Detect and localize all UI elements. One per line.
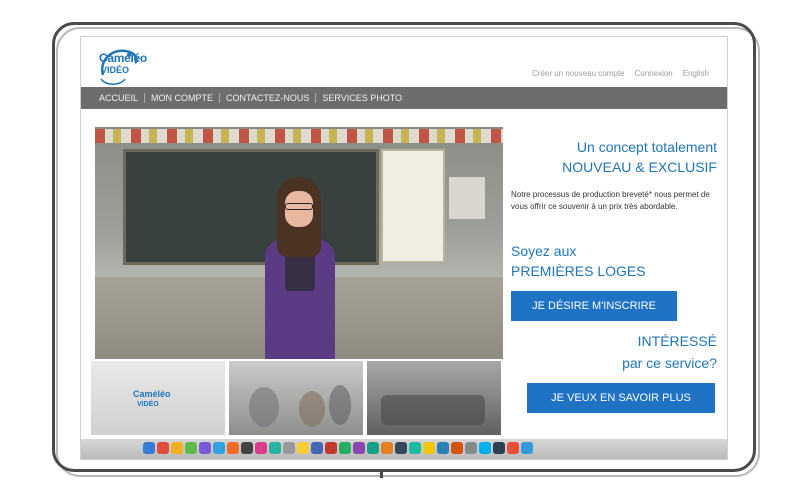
dock-app-icon[interactable] xyxy=(437,442,449,454)
dock-app-icon[interactable] xyxy=(339,442,351,454)
thumbnail-figure xyxy=(299,391,325,427)
wall-poster xyxy=(449,177,485,219)
nav-item-contact[interactable]: CONTACTEZ-NOUS xyxy=(220,93,315,103)
dock-app-icon[interactable] xyxy=(157,442,169,454)
hero-video-image[interactable] xyxy=(95,127,503,359)
dock-app-icon[interactable] xyxy=(423,442,435,454)
promo-body-text: Notre processus de production breveté* n… xyxy=(511,190,710,211)
thumbnail-logo-text-line1: Caméléo xyxy=(133,389,171,399)
login-link[interactable]: Connexion xyxy=(635,69,673,78)
dock-app-icon[interactable] xyxy=(479,442,491,454)
signup-button[interactable]: JE DÉSIRE M'INSCRIRE xyxy=(511,291,677,321)
browser-screen: Caméléo VIDÉO Créer un nouveau compte Co… xyxy=(80,36,728,460)
main-navbar: ACCUEIL MON COMPTE CONTACTEZ-NOUS SERVIC… xyxy=(81,87,727,109)
classroom-banners xyxy=(95,129,503,143)
promo-headline-1-line2: NOUVEAU & EXCLUSIF xyxy=(562,159,717,175)
dock-app-icon[interactable] xyxy=(409,442,421,454)
dock-app-icon[interactable] xyxy=(493,442,505,454)
dock-app-icon[interactable] xyxy=(227,442,239,454)
dock-app-icon[interactable] xyxy=(325,442,337,454)
create-account-link[interactable]: Créer un nouveau compte xyxy=(532,69,625,78)
dock-app-icon[interactable] xyxy=(185,442,197,454)
dock-app-icon[interactable] xyxy=(367,442,379,454)
dock-app-icon[interactable] xyxy=(171,442,183,454)
dock-app-icon[interactable] xyxy=(507,442,519,454)
dock-app-icon[interactable] xyxy=(283,442,295,454)
dock-app-icon[interactable] xyxy=(213,442,225,454)
thumbnail-logo-text-line2: VIDÉO xyxy=(137,401,159,408)
dock-app-icon[interactable] xyxy=(465,442,477,454)
nav-item-home[interactable]: ACCUEIL xyxy=(93,93,144,103)
dock-app-icon[interactable] xyxy=(521,442,533,454)
thumbnail-crowd xyxy=(381,395,485,425)
thumbnail-hallway[interactable] xyxy=(229,361,363,435)
dock-app-icon[interactable] xyxy=(199,442,211,454)
video-thumbnails: Caméléo VIDÉO xyxy=(91,361,503,435)
student-figure xyxy=(255,177,345,359)
promo-headline-2-line1: Soyez aux xyxy=(511,243,577,259)
dock-app-icon[interactable] xyxy=(297,442,309,454)
dock-app-icon[interactable] xyxy=(269,442,281,454)
promo-headline-3-line2: par ce service? xyxy=(622,355,717,371)
dock-app-icon[interactable] xyxy=(241,442,253,454)
nav-item-account[interactable]: MON COMPTE xyxy=(145,93,219,103)
account-links: Créer un nouveau compte Connexion Englis… xyxy=(532,69,709,78)
shirt-print xyxy=(285,251,315,291)
student-glasses xyxy=(285,203,313,210)
language-link[interactable]: English xyxy=(683,69,709,78)
promo-headline-3-line1: INTÉRESSÉ xyxy=(637,333,717,349)
dock-app-icon[interactable] xyxy=(311,442,323,454)
logo-text-line1: Caméléo xyxy=(99,51,147,65)
promo-headline-1-line1: Un concept totalement xyxy=(576,139,717,155)
os-dock xyxy=(81,439,727,459)
dock-app-icon[interactable] xyxy=(395,442,407,454)
nav-item-photo-services[interactable]: SERVICES PHOTO xyxy=(316,93,408,103)
frame-tick xyxy=(380,470,383,478)
dock-icons xyxy=(143,442,533,454)
dock-app-icon[interactable] xyxy=(381,442,393,454)
dock-app-icon[interactable] xyxy=(353,442,365,454)
dock-app-icon[interactable] xyxy=(143,442,155,454)
chart-paper xyxy=(381,149,445,263)
logo-text-line2: VIDÉO xyxy=(101,65,130,75)
learn-more-button[interactable]: JE VEUX EN SAVOIR PLUS xyxy=(527,383,715,413)
dock-app-icon[interactable] xyxy=(451,442,463,454)
promo-headline-2-line2: PREMIÈRES LOGES xyxy=(511,263,646,279)
thumbnail-gym[interactable] xyxy=(367,361,501,435)
dock-app-icon[interactable] xyxy=(255,442,267,454)
thumbnail-figure xyxy=(329,385,351,425)
thumbnail-figure xyxy=(249,387,279,427)
thumbnail-logo[interactable]: Caméléo VIDÉO xyxy=(91,361,225,435)
